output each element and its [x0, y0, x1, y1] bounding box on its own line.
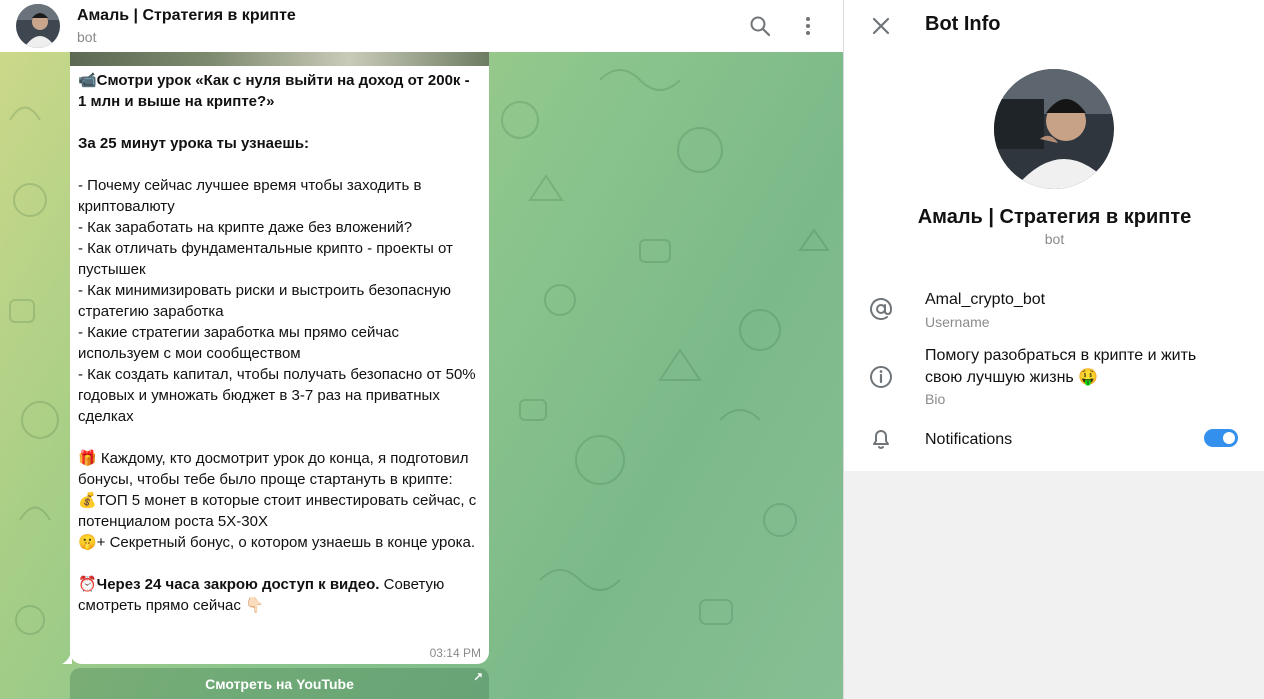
bio-value: Помогу разобраться в крипте и жить свою …	[925, 347, 1197, 386]
bot-info-panel: Bot Info Амаль | Стратегия в крипте bot …	[843, 0, 1264, 699]
bio-label: Bio	[925, 391, 946, 407]
search-icon	[750, 16, 771, 37]
bell-icon	[873, 430, 889, 449]
message-time: 03:14 PM	[429, 646, 481, 660]
username-value: Amal_crypto_bot	[925, 291, 1046, 308]
watch-youtube-button[interactable]: Смотреть на YouTube ↗	[70, 668, 489, 699]
chat-area: Амаль | Стратегия в крипте bot 📹Смотри у…	[0, 0, 843, 699]
message-text: 📹Смотри урок «Как с нуля выйти на доход …	[78, 70, 478, 616]
more-button[interactable]	[793, 11, 823, 41]
chat-subtitle: bot	[77, 29, 97, 45]
avatar-photo	[16, 4, 60, 48]
profile-avatar[interactable]	[994, 69, 1114, 189]
chat-title: Амаль | Стратегия в крипте	[77, 7, 296, 24]
notifications-label: Notifications	[925, 431, 1013, 448]
panel-title: Bot Info	[925, 13, 1001, 35]
external-link-icon: ↗	[472, 670, 483, 684]
bot-type: bot	[1044, 231, 1065, 247]
watch-youtube-label: Смотреть на YouTube	[205, 676, 354, 692]
toggle-knob	[1221, 430, 1237, 446]
close-icon	[872, 17, 890, 35]
profile-photo	[994, 69, 1114, 189]
message-bubble: 📹Смотри урок «Как с нуля выйти на доход …	[70, 66, 489, 664]
notifications-toggle[interactable]	[1204, 429, 1238, 447]
more-vertical-icon	[806, 17, 810, 35]
bot-name: Амаль | Стратегия в крипте	[917, 206, 1192, 228]
username-label: Username	[925, 314, 990, 330]
close-button[interactable]	[866, 11, 896, 41]
at-sign-icon	[870, 298, 893, 320]
message-media-preview[interactable]	[70, 52, 489, 66]
message-deadline: ⏰Через 24 часа закрою доступ к видео.	[78, 576, 380, 593]
bubble-tail	[62, 648, 72, 664]
bot-info-card: Bot Info Амаль | Стратегия в крипте bot …	[844, 0, 1264, 471]
message-subheading: За 25 минут урока ты узнаешь:	[78, 135, 310, 152]
avatar[interactable]	[16, 4, 60, 48]
chat-header[interactable]: Амаль | Стратегия в крипте bot	[0, 0, 843, 52]
search-button[interactable]	[745, 11, 775, 41]
message-list: - Почему сейчас лучшее время чтобы заход…	[78, 177, 476, 425]
message-heading: 📹Смотри урок «Как с нуля выйти на доход …	[78, 72, 474, 110]
info-icon	[870, 366, 892, 388]
message-bonus: 🎁 Каждому, кто досмотрит урок до конца, …	[78, 450, 477, 551]
